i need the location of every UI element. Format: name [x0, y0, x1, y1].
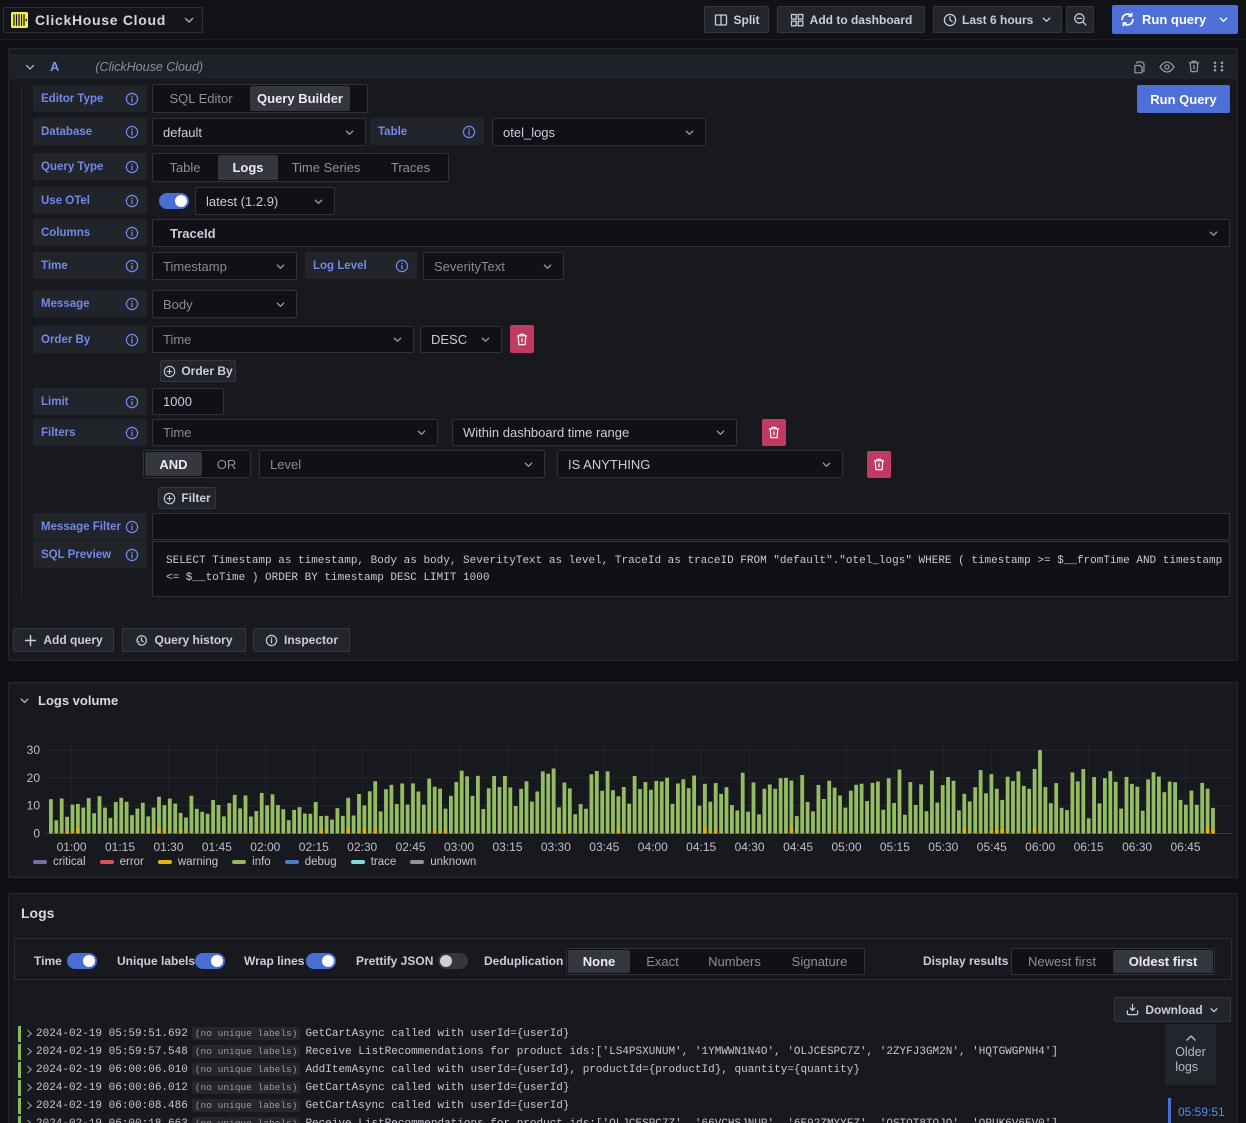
svg-text:05:45: 05:45: [977, 840, 1007, 854]
svg-text:02:15: 02:15: [299, 840, 329, 854]
svg-text:01:45: 01:45: [202, 840, 232, 854]
svg-text:05:30: 05:30: [928, 840, 958, 854]
svg-text:06:30: 06:30: [1122, 840, 1152, 854]
svg-text:06:45: 06:45: [1170, 840, 1200, 854]
svg-text:10: 10: [27, 799, 41, 813]
svg-text:02:30: 02:30: [347, 840, 377, 854]
svg-text:03:30: 03:30: [541, 840, 571, 854]
svg-text:03:00: 03:00: [444, 840, 474, 854]
svg-text:30: 30: [27, 743, 41, 757]
svg-text:06:00: 06:00: [1025, 840, 1055, 854]
svg-text:03:45: 03:45: [589, 840, 619, 854]
svg-text:20: 20: [27, 771, 41, 785]
svg-text:05:15: 05:15: [880, 840, 910, 854]
svg-text:05:00: 05:00: [831, 840, 861, 854]
svg-text:01:30: 01:30: [153, 840, 183, 854]
svg-text:04:00: 04:00: [638, 840, 668, 854]
svg-text:04:45: 04:45: [783, 840, 813, 854]
svg-text:02:00: 02:00: [250, 840, 280, 854]
svg-text:02:45: 02:45: [396, 840, 426, 854]
svg-text:06:15: 06:15: [1074, 840, 1104, 854]
svg-text:01:15: 01:15: [105, 840, 135, 854]
svg-text:0: 0: [33, 827, 40, 841]
svg-text:03:15: 03:15: [492, 840, 522, 854]
svg-text:01:00: 01:00: [57, 840, 87, 854]
svg-text:04:30: 04:30: [735, 840, 765, 854]
svg-text:04:15: 04:15: [686, 840, 716, 854]
